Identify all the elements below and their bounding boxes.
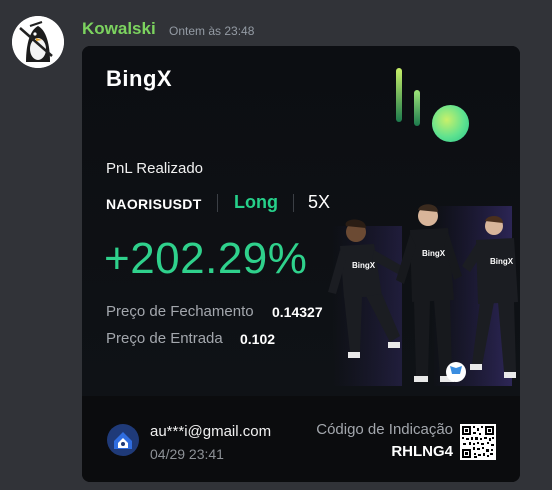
pnl-card-image[interactable]: BingX PnL Realizado NAORISUSDT Long 5X +… [82, 46, 520, 482]
bingx-logo: BingX [106, 66, 173, 91]
referral-code: RHLNG4 [391, 443, 453, 460]
close-price-value: 0.14327 [272, 304, 323, 320]
entry-price-value: 0.102 [240, 331, 276, 347]
user-email: au***i@gmail.com [150, 423, 272, 440]
jersey-logo-text: BingX [422, 249, 446, 258]
user-app-logo-icon [106, 423, 140, 457]
trading-pair: NAORISUSDT [106, 196, 202, 212]
jersey-logo-text: BingX [352, 261, 376, 270]
divider [217, 194, 218, 212]
referral-label: Código de Indicação [316, 421, 453, 438]
decor-bar-1 [396, 68, 402, 122]
divider [293, 194, 294, 212]
message-username[interactable]: Kowalski [82, 19, 156, 39]
decor-circle [432, 105, 469, 142]
message-timestamp: Ontem às 23:48 [169, 24, 255, 38]
football [446, 362, 466, 382]
football-players-illustration: BingX BingX BingX [322, 196, 520, 396]
qr-code [460, 424, 496, 460]
pnl-card-body: BingX PnL Realizado NAORISUSDT Long 5X +… [82, 46, 520, 396]
share-date: 04/29 23:41 [150, 446, 224, 462]
pnl-title: PnL Realizado [106, 160, 204, 177]
entry-price-label: Preço de Entrada [106, 330, 223, 347]
close-price-label: Preço de Fechamento [106, 303, 254, 320]
user-avatar[interactable] [12, 16, 64, 68]
card-footer: au***i@gmail.com 04/29 23:41 Código de I… [82, 396, 520, 482]
decor-bar-2 [414, 90, 420, 126]
jersey-logo-text: BingX [490, 257, 514, 266]
pnl-percent: +202.29% [104, 234, 308, 283]
position-side: Long [234, 192, 278, 212]
